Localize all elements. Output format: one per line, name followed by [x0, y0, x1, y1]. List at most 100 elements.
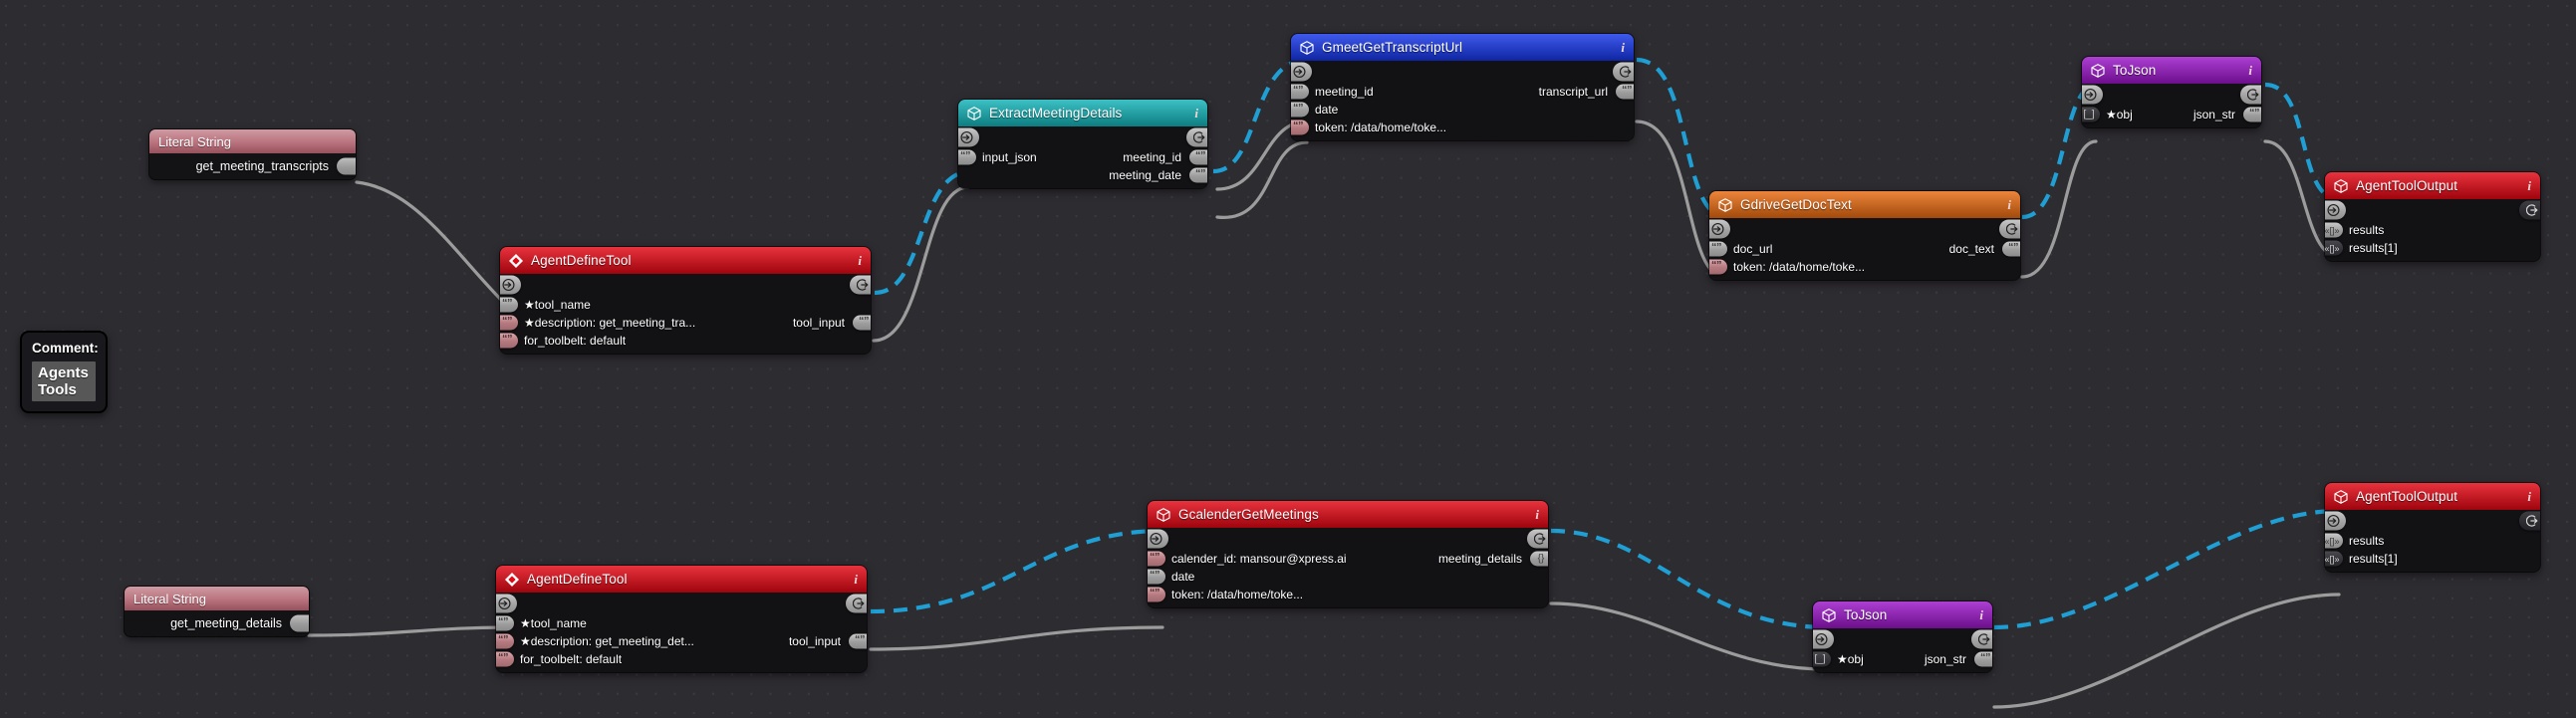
- node-agent-define-tool-2[interactable]: AgentDefineTool i “” ★tool_name “” ★descripti…: [496, 566, 867, 672]
- exec-in-port[interactable]: [1709, 219, 1730, 239]
- comment-value[interactable]: Agents Tools: [32, 361, 96, 401]
- exec-out-port[interactable]: [850, 275, 871, 295]
- node-graph-canvas[interactable]: Comment: Agents Tools Literal String get_…: [0, 0, 2576, 718]
- exec-out-port[interactable]: [1999, 219, 2020, 239]
- info-icon[interactable]: i: [1535, 507, 1539, 523]
- info-icon[interactable]: i: [1979, 607, 1983, 623]
- node-agent-tool-output-2[interactable]: AgentToolOutput i «[]» results «[]» results[1…: [2325, 483, 2540, 572]
- node-to-json-2[interactable]: ToJson i [_] ★obj json_str “”: [1813, 601, 1992, 672]
- output-port-nub[interactable]: [290, 614, 309, 632]
- port-nub[interactable]: “”: [1189, 167, 1207, 183]
- exec-in-port[interactable]: [2082, 85, 2103, 105]
- port-nub[interactable]: «[]»: [2325, 533, 2343, 549]
- port-nub[interactable]: «[]»: [2325, 222, 2343, 238]
- port-nub[interactable]: “”: [1148, 587, 1165, 602]
- port-nub[interactable]: “”: [500, 297, 518, 313]
- port-nub[interactable]: “”: [958, 149, 976, 165]
- node-gcalender-get-meetings[interactable]: GcalenderGetMeetings i “” calender_id: mans…: [1148, 501, 1548, 607]
- literal-value[interactable]: get_meeting_details: [170, 616, 282, 630]
- port-nub[interactable]: «[]»: [2325, 551, 2343, 567]
- exec-in-port[interactable]: [496, 594, 517, 613]
- exec-out-port[interactable]: [1613, 62, 1634, 82]
- exec-out-port[interactable]: [2519, 511, 2540, 531]
- node-agent-define-tool-1[interactable]: AgentDefineTool i “” ★tool_name “” ★descripti…: [500, 247, 871, 354]
- port-nub[interactable]: “”: [1709, 241, 1727, 257]
- node-header[interactable]: Literal String: [125, 587, 309, 610]
- port-nub[interactable]: “”: [500, 333, 518, 349]
- data-wire: [869, 625, 1164, 651]
- node-header[interactable]: ToJson i: [2082, 57, 2261, 84]
- output-port-label: doc_text: [1948, 242, 1994, 256]
- node-header[interactable]: AgentDefineTool i: [500, 247, 871, 274]
- port-nub[interactable]: “”: [2243, 107, 2261, 122]
- port-nub[interactable]: “”: [1291, 84, 1309, 100]
- port-nub[interactable]: “”: [1291, 102, 1309, 118]
- exec-in-port[interactable]: [1291, 62, 1312, 82]
- exec-out-port[interactable]: [846, 594, 867, 613]
- exec-in-port[interactable]: [958, 127, 979, 147]
- exec-wire: [874, 168, 972, 296]
- port-nub[interactable]: “”: [500, 315, 518, 331]
- port-row: “” ★tool_name: [500, 296, 871, 314]
- node-header[interactable]: AgentToolOutput i: [2325, 483, 2540, 510]
- info-icon[interactable]: i: [1194, 106, 1198, 121]
- node-gdrive-get-doc-text[interactable]: GdriveGetDocText i “” doc_url doc_text “” “” to…: [1709, 191, 2020, 280]
- port-nub[interactable]: “”: [496, 633, 514, 649]
- port-nub[interactable]: “”: [1616, 84, 1634, 100]
- info-icon[interactable]: i: [2007, 197, 2011, 213]
- port-nub[interactable]: “”: [1709, 259, 1727, 275]
- literal-value[interactable]: get_meeting_transcripts: [196, 159, 329, 173]
- node-to-json-1[interactable]: ToJson i [_] ★obj json_str “”: [2082, 57, 2261, 127]
- port-nub[interactable]: “”: [1189, 149, 1207, 165]
- node-header[interactable]: GcalenderGetMeetings i: [1148, 501, 1548, 528]
- exec-out-port[interactable]: [1971, 629, 1992, 649]
- node-literal-string-2[interactable]: Literal String get_meeting_details: [125, 587, 309, 636]
- exec-in-port[interactable]: [500, 275, 521, 295]
- port-nub[interactable]: “”: [1974, 651, 1992, 667]
- exec-out-port[interactable]: [2519, 200, 2540, 220]
- exec-in-port[interactable]: [1813, 629, 1834, 649]
- node-header[interactable]: Literal String: [149, 129, 356, 153]
- node-gmeet-get-transcript-url[interactable]: GmeetGetTranscriptUrl i “” meeting_id transc…: [1291, 34, 1634, 140]
- port-nub[interactable]: “”: [853, 315, 871, 331]
- info-icon[interactable]: i: [1621, 40, 1625, 56]
- port-nub[interactable]: “”: [1148, 569, 1165, 585]
- port-nub[interactable]: “”: [1291, 120, 1309, 135]
- port-nub[interactable]: {}: [1530, 551, 1548, 567]
- info-icon[interactable]: i: [858, 253, 862, 269]
- node-header[interactable]: AgentDefineTool i: [496, 566, 867, 593]
- cube-icon: [967, 106, 981, 120]
- port-nub[interactable]: «[]»: [2325, 240, 2343, 256]
- diamond-icon: [509, 253, 523, 268]
- port-nub[interactable]: “”: [849, 633, 867, 649]
- node-header[interactable]: AgentToolOutput i: [2325, 172, 2540, 199]
- input-port-label: results: [2349, 223, 2385, 237]
- info-icon[interactable]: i: [2248, 63, 2252, 79]
- port-nub[interactable]: “”: [2002, 241, 2020, 257]
- output-port-label: tool_input: [788, 634, 841, 648]
- node-header[interactable]: GdriveGetDocText i: [1709, 191, 2020, 218]
- port-nub[interactable]: “”: [1148, 551, 1165, 567]
- comment-node[interactable]: Comment: Agents Tools: [20, 331, 108, 413]
- node-header[interactable]: GmeetGetTranscriptUrl i: [1291, 34, 1634, 61]
- node-agent-tool-output-1[interactable]: AgentToolOutput i «[]» results «[]» results[1…: [2325, 172, 2540, 261]
- info-icon[interactable]: i: [2527, 178, 2531, 194]
- exec-in-port[interactable]: [2325, 200, 2346, 220]
- exec-out-port[interactable]: [1527, 529, 1548, 549]
- input-port-label: ★description: get_meeting_det...: [520, 634, 694, 648]
- exec-in-port[interactable]: [2325, 511, 2346, 531]
- node-extract-meeting-details[interactable]: ExtractMeetingDetails i “” input_json meetin…: [958, 100, 1207, 188]
- node-header[interactable]: ExtractMeetingDetails i: [958, 100, 1207, 126]
- port-nub[interactable]: “”: [496, 615, 514, 631]
- port-nub[interactable]: “”: [496, 651, 514, 667]
- exec-in-port[interactable]: [1148, 529, 1168, 549]
- node-header[interactable]: ToJson i: [1813, 601, 1992, 628]
- exec-out-port[interactable]: [2240, 85, 2261, 105]
- node-literal-string-1[interactable]: Literal String get_meeting_transcripts: [149, 129, 356, 179]
- exec-out-port[interactable]: [1186, 127, 1207, 147]
- info-icon[interactable]: i: [2527, 489, 2531, 505]
- port-nub[interactable]: [_]: [1813, 651, 1831, 667]
- port-nub[interactable]: [_]: [2082, 107, 2100, 122]
- output-port-nub[interactable]: [337, 157, 356, 175]
- info-icon[interactable]: i: [854, 572, 858, 588]
